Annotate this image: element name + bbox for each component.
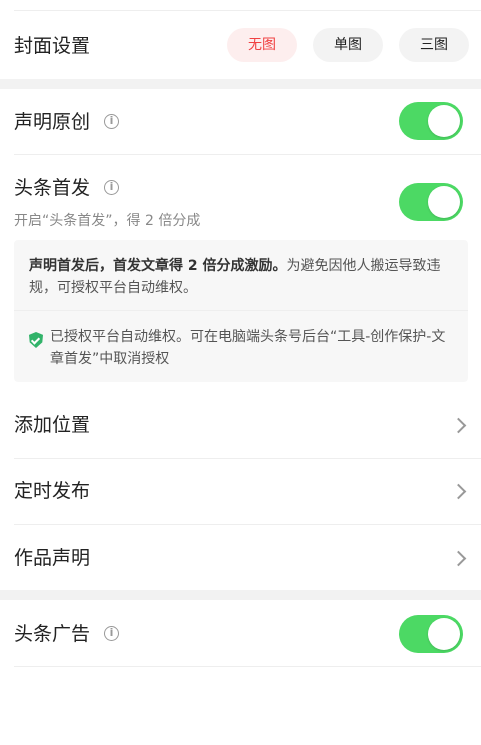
headline-first-subtitle: 开启“头条首发”，得 2 倍分成 [14, 213, 201, 229]
headline-first-title: 头条首发 [14, 177, 91, 199]
headline-first-toggle[interactable] [399, 183, 463, 221]
section-gap [0, 79, 481, 89]
notice-bold-text: 声明首发后，首发文章得 2 倍分成激励。 [29, 258, 287, 274]
shield-check-icon [29, 332, 43, 348]
divider [14, 458, 481, 459]
headline-ads-title: 头条广告 [14, 623, 91, 645]
section-gap [0, 590, 481, 600]
notice-description: 声明首发后，首发文章得 2 倍分成激励。为避免因他人搬运导致违规，可授权平台自动… [29, 255, 453, 299]
work-statement-label[interactable]: 作品声明 [14, 546, 90, 570]
cover-option-triple[interactable]: 三图 [399, 28, 469, 62]
info-circle-icon[interactable]: i [104, 114, 119, 129]
top-divider [14, 10, 481, 11]
add-location-label[interactable]: 添加位置 [14, 413, 90, 437]
toggle-knob [428, 105, 460, 137]
original-declaration-title: 声明原创 [14, 111, 91, 133]
headline-ads-toggle[interactable] [399, 615, 463, 653]
chevron-right-icon[interactable] [450, 550, 467, 567]
toggle-knob [428, 186, 460, 218]
chevron-right-icon[interactable] [450, 417, 467, 434]
toggle-knob [428, 618, 460, 650]
scheduled-publish-label[interactable]: 定时发布 [14, 479, 90, 503]
chevron-right-icon[interactable] [450, 483, 467, 500]
info-circle-icon[interactable]: i [104, 180, 119, 195]
cover-settings-title: 封面设置 [14, 35, 91, 57]
notice-auth-text: 已授权平台自动维权。可在电脑端头条号后台“工具-创作保护-文章首发”中取消授权 [50, 329, 446, 367]
divider [14, 154, 481, 155]
notice-divider [14, 310, 468, 311]
original-toggle[interactable] [399, 102, 463, 140]
cover-option-single[interactable]: 单图 [313, 28, 383, 62]
info-circle-icon[interactable]: i [104, 626, 119, 641]
cover-option-none[interactable]: 无图 [227, 28, 297, 62]
divider [14, 524, 481, 525]
divider [14, 666, 481, 667]
headline-first-notice: 声明首发后，首发文章得 2 倍分成激励。为避免因他人搬运导致违规，可授权平台自动… [14, 240, 468, 382]
